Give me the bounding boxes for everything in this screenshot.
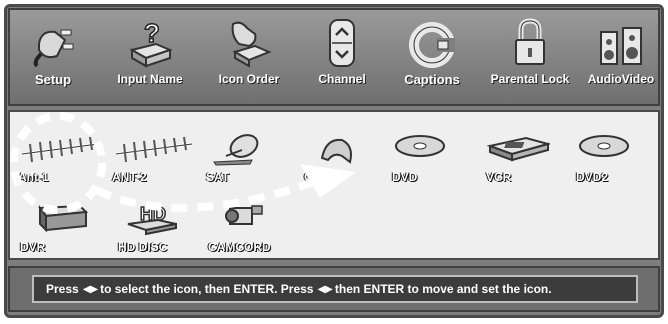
input-tile-dvr[interactable]: DVR [16, 200, 106, 256]
menu-item-icon-order[interactable]: Icon Order [206, 10, 292, 106]
input-tile-dvd2[interactable]: DVD2 [572, 130, 662, 186]
input-label: CAMCORD [208, 240, 271, 254]
input-label: DVR [20, 240, 46, 254]
menu-label: Captions [404, 72, 460, 87]
disc-icon [395, 135, 445, 157]
menu-item-channel[interactable]: Channel [306, 10, 378, 106]
antenna-icon [115, 136, 193, 163]
menu-label: Channel [318, 72, 366, 86]
disc-icon [579, 135, 629, 157]
svg-text:?: ? [144, 18, 160, 48]
vcr-icon [486, 136, 550, 162]
antenna-icon [21, 136, 99, 163]
game-controller-icon [320, 138, 352, 164]
channel-updown-icon [327, 10, 357, 72]
satellite-dish-icon [213, 134, 259, 166]
input-label: DVD2 [576, 170, 609, 184]
input-tile-dvd[interactable]: DVD [388, 130, 478, 186]
captions-c-icon [409, 10, 455, 72]
help-status-bar: Press ◀▶ to select the icon, then ENTER.… [8, 266, 660, 312]
left-right-arrows-icon: ◀▶ [82, 283, 99, 295]
help-text: Press ◀▶ to select the icon, then ENTER.… [32, 275, 638, 303]
menu-label: Input Name [117, 72, 183, 86]
input-tile-ant-1[interactable]: Ant-1 [14, 130, 104, 186]
menu-label: Parental Lock [490, 72, 570, 86]
plug-icon [31, 10, 75, 72]
hand-pointer-icon [225, 10, 273, 72]
input-label: HD DISC [118, 240, 168, 254]
input-tile-camcord[interactable]: CAMCORD [204, 200, 294, 256]
menu-item-captions[interactable]: Captions [394, 10, 470, 106]
help-text-part: Press [46, 282, 79, 296]
input-tile-ant-2[interactable]: ANT-2 [108, 130, 198, 186]
menu-item-setup[interactable]: Setup [18, 10, 88, 106]
dvr-icon [38, 204, 89, 233]
input-label: VCR [486, 170, 512, 184]
input-tile-hd-disc[interactable]: HD HD DISC [114, 200, 204, 256]
hd-disc-icon: HD [127, 203, 177, 236]
help-text-part: then ENTER to move and set the icon. [334, 282, 552, 296]
padlock-icon [512, 10, 548, 72]
input-label: GAME [304, 170, 340, 184]
speakers-icon [599, 10, 643, 72]
camcorder-icon [225, 205, 263, 225]
input-label: Ant-1 [18, 170, 49, 184]
input-label: ANT-2 [112, 170, 147, 184]
menu-item-input-name[interactable]: ? Input Name [102, 10, 198, 106]
menu-label: AudioVideo [587, 72, 655, 86]
input-tile-vcr[interactable]: VCR [482, 130, 572, 186]
menu-label: Icon Order [218, 72, 280, 86]
menu-item-audio-video[interactable]: AudioVideo [580, 10, 662, 106]
help-text-part: to select the icon, then ENTER. Press [100, 282, 314, 296]
input-icon-area: Ant-1 ANT-2 SAT GAME DVD VCR DVD2 DVR HD… [8, 110, 660, 260]
menu-label: Setup [34, 72, 72, 87]
left-right-arrows-icon: ◀▶ [317, 283, 333, 295]
input-label: SAT [206, 170, 230, 184]
input-label: DVD [392, 170, 418, 184]
question-box-icon: ? [126, 10, 174, 72]
input-tile-sat[interactable]: SAT [202, 130, 292, 186]
main-menu-bar: Setup ? Input Name Icon Order Channel Ca… [8, 8, 660, 106]
menu-item-parental-lock[interactable]: Parental Lock [478, 10, 582, 106]
input-tile-game[interactable]: GAME [300, 130, 390, 186]
